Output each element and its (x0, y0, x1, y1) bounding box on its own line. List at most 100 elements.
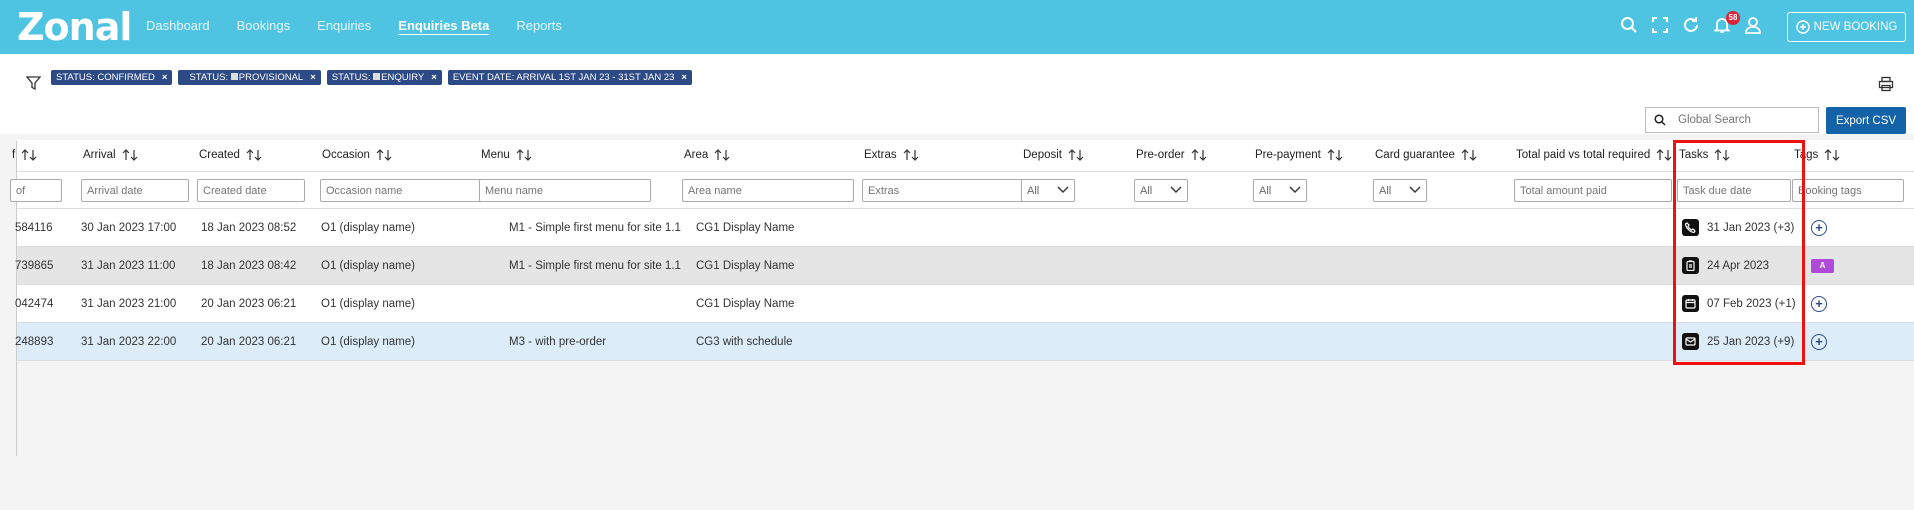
remove-chip-icon[interactable]: × (310, 70, 316, 85)
table-row[interactable]: 584116 30 Jan 2023 17:00 18 Jan 2023 08:52… (15, 209, 1914, 247)
column-filter-input[interactable] (1514, 179, 1672, 202)
column-filter-input[interactable] (682, 179, 854, 202)
column-header-arrival[interactable]: Arrival (83, 149, 138, 161)
area-cell: CG1 Display Name (696, 260, 795, 272)
column-header-menu[interactable]: Menu (481, 149, 532, 161)
occasion-cell: O1 (display name) (321, 260, 415, 272)
column-filter-select[interactable]: All (1253, 179, 1307, 202)
bell-icon[interactable]: 58 (1711, 11, 1740, 36)
table-row[interactable]: 042474 31 Jan 2023 21:00 20 Jan 2023 06:21… (15, 285, 1914, 323)
sort-icon[interactable] (1656, 149, 1672, 161)
column-filter-input[interactable] (320, 179, 492, 202)
chevron-down-icon (1057, 185, 1069, 197)
sort-icon[interactable] (714, 149, 730, 161)
nav-reports[interactable]: Reports (516, 18, 562, 34)
sort-icon[interactable] (1714, 149, 1730, 161)
column-filter-input[interactable] (862, 179, 1034, 202)
sort-icon[interactable] (903, 149, 919, 161)
column-header-pre-order[interactable]: Pre-order (1136, 149, 1207, 161)
filter-chip[interactable]: STATUS: CONFIRMED × (51, 70, 173, 85)
column-filter-input[interactable] (1792, 179, 1904, 202)
add-tag-icon[interactable]: + (1811, 334, 1827, 350)
column-header-label: Arrival (83, 149, 116, 161)
remove-chip-icon[interactable]: × (681, 70, 687, 85)
search-icon[interactable] (1618, 14, 1640, 36)
filter-area (0, 54, 1914, 134)
column-header-area[interactable]: Area (684, 149, 730, 161)
column-filter-select[interactable]: All (1021, 179, 1075, 202)
column-filter-input[interactable] (197, 179, 305, 202)
select-value: All (1379, 184, 1392, 197)
mail-icon[interactable] (1682, 333, 1699, 350)
table-row[interactable]: 248893 31 Jan 2023 22:00 20 Jan 2023 06:21… (15, 323, 1914, 361)
occasion-cell: O1 (display name) (321, 222, 415, 234)
filter-chip[interactable]: STATUS: PROVISIONAL × (178, 70, 321, 85)
column-header-label: Tags (1794, 149, 1819, 161)
clipboard-icon[interactable] (1682, 257, 1699, 274)
fullscreen-icon[interactable] (1649, 14, 1671, 36)
nav-enquiries-beta[interactable]: Enquiries Beta (398, 18, 489, 34)
export-csv-button[interactable]: Export CSV (1826, 107, 1906, 134)
filter-chip[interactable]: STATUS: ENQUIRY × (326, 70, 442, 85)
select-value: All (1027, 184, 1040, 197)
global-search[interactable] (1645, 107, 1819, 133)
notification-badge: 58 (1726, 11, 1740, 25)
chip-label: STATUS: CONFIRMED (56, 72, 155, 83)
nav-bookings[interactable]: Bookings (237, 18, 290, 34)
new-booking-button[interactable]: NEW BOOKING (1787, 12, 1906, 42)
global-search-input[interactable] (1678, 114, 1808, 126)
add-tag-icon[interactable]: + (1811, 220, 1827, 236)
column-filter-input[interactable] (479, 179, 651, 202)
column-header-label: Created (199, 149, 240, 161)
sort-icon[interactable] (1191, 149, 1207, 161)
sort-icon[interactable] (1461, 149, 1477, 161)
phone-icon[interactable] (1682, 219, 1699, 236)
sort-icon[interactable] (1327, 149, 1343, 161)
booking-tag[interactable]: A (1811, 259, 1834, 273)
select-value: All (1140, 184, 1153, 197)
sort-icon[interactable] (516, 149, 532, 161)
filter-icon[interactable] (25, 76, 42, 96)
column-filter-select[interactable]: All (1373, 179, 1427, 202)
chip-label: EVENT DATE: ARRIVAL 1ST JAN 23 - 31ST JA… (452, 72, 675, 83)
sort-icon[interactable] (21, 149, 37, 161)
column-header-occasion[interactable]: Occasion (322, 149, 392, 161)
calendar-icon[interactable] (1682, 295, 1699, 312)
filter-chip[interactable]: EVENT DATE: ARRIVAL 1ST JAN 23 - 31ST JA… (447, 70, 692, 85)
column-header-deposit[interactable]: Deposit (1023, 149, 1084, 161)
nav-enquiries[interactable]: Enquiries (317, 18, 371, 34)
column-header-f[interactable]: f (12, 149, 37, 161)
area-cell: CG1 Display Name (696, 222, 795, 234)
sort-icon[interactable] (376, 149, 392, 161)
column-header-created[interactable]: Created (199, 149, 262, 161)
column-header-extras[interactable]: Extras (864, 149, 919, 161)
arrival-cell: 31 Jan 2023 22:00 (81, 336, 177, 348)
sort-icon[interactable] (1824, 149, 1840, 161)
zonal-logo[interactable]: Zonal (17, 5, 132, 49)
user-icon[interactable] (1742, 14, 1764, 36)
nav-dashboard[interactable]: Dashboard (146, 18, 210, 34)
column-header-tasks[interactable]: Tasks (1679, 149, 1730, 161)
column-header-pre-payment[interactable]: Pre-payment (1255, 149, 1343, 161)
column-header-total-paid-vs-total-required[interactable]: Total paid vs total required (1516, 149, 1672, 161)
remove-chip-icon[interactable]: × (431, 70, 437, 85)
column-filter-select[interactable]: All (1134, 179, 1188, 202)
column-filter-input[interactable] (1677, 179, 1791, 202)
print-icon[interactable] (1878, 76, 1894, 97)
sort-icon[interactable] (246, 149, 262, 161)
column-filter-input[interactable] (81, 179, 189, 202)
column-filter-input[interactable] (10, 179, 62, 202)
column-header-tags[interactable]: Tags (1794, 149, 1840, 161)
sort-icon[interactable] (122, 149, 138, 161)
booking-ref-cell: 248893 (15, 336, 54, 348)
column-header-label: Menu (481, 149, 510, 161)
add-tag-icon[interactable]: + (1811, 296, 1827, 312)
sort-icon[interactable] (1068, 149, 1084, 161)
header-icons: 58 (1618, 11, 1773, 36)
remove-chip-icon[interactable]: × (162, 70, 168, 85)
column-header-label: Deposit (1023, 149, 1062, 161)
refresh-icon[interactable] (1680, 14, 1702, 36)
table-row[interactable]: 739865 31 Jan 2023 11:00 18 Jan 2023 08:42… (15, 247, 1914, 285)
new-booking-label: NEW BOOKING (1813, 21, 1898, 33)
column-header-card-guarantee[interactable]: Card guarantee (1375, 149, 1477, 161)
